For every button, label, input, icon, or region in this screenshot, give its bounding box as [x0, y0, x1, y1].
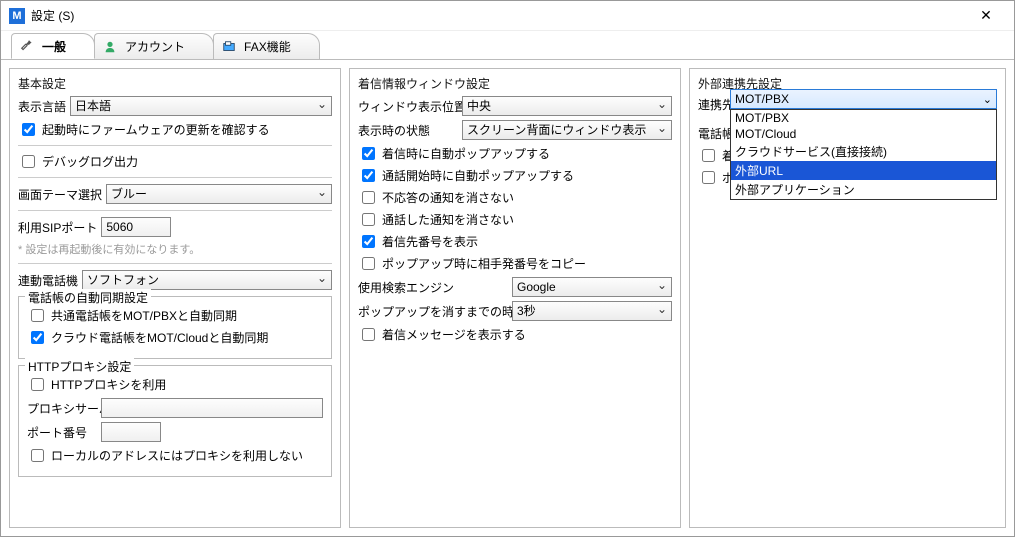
debug-log-check[interactable]: デバッグログ出力 — [18, 152, 332, 171]
display-state-label: 表示時の状態 — [358, 122, 458, 139]
link-target-label: 連携先 — [698, 96, 734, 113]
hidden-check-1[interactable] — [702, 149, 715, 162]
linked-phone-select[interactable]: ソフトフォン — [82, 270, 332, 290]
popup-on-call-start-checkbox[interactable] — [362, 169, 375, 182]
language-label: 表示言語 — [18, 98, 66, 115]
close-button[interactable]: ✕ — [966, 2, 1006, 30]
tab-fax-label: FAX機能 — [244, 38, 291, 55]
search-engine-select[interactable]: Google — [512, 277, 672, 297]
http-proxy-group: HTTPプロキシ設定 HTTPプロキシを利用 プロキシサーバ ポート番号 ローカ… — [18, 365, 332, 477]
link-option-external-url[interactable]: 外部URL — [731, 161, 996, 180]
show-dest-number-label: 着信先番号を表示 — [382, 233, 478, 250]
copy-caller-number-checkbox[interactable] — [362, 257, 375, 270]
display-state-select[interactable]: スクリーン背面にウィンドウ表示 — [462, 120, 672, 140]
show-incoming-message-label: 着信メッセージを表示する — [382, 326, 526, 343]
keep-noanswer-notice-checkbox[interactable] — [362, 191, 375, 204]
window-pos-label: ウィンドウ表示位置 — [358, 98, 458, 115]
http-proxy-title: HTTPプロキシ設定 — [25, 358, 134, 375]
popup-timeout-label: ポップアップを消すまでの時間 — [358, 303, 508, 320]
startup-firmware-checkbox[interactable] — [22, 123, 35, 136]
hidden-check-2[interactable] — [702, 171, 715, 184]
keep-call-notice-label: 通話した通知を消さない — [382, 211, 514, 228]
chevron-down-icon: ⌄ — [983, 93, 992, 106]
keep-noanswer-notice-check[interactable]: 不応答の通知を消さない — [358, 188, 672, 207]
sip-port-input[interactable] — [101, 217, 171, 237]
content-area: 基本設定 表示言語 日本語 起動時にファームウェアの更新を確認する デバッグログ… — [1, 59, 1014, 536]
proxy-server-label: プロキシサーバ — [27, 400, 97, 417]
use-proxy-label: HTTPプロキシを利用 — [51, 376, 166, 393]
debug-log-checkbox[interactable] — [22, 155, 35, 168]
popup-on-call-start-label: 通話開始時に自動ポップアップする — [382, 167, 574, 184]
proxy-port-label: ポート番号 — [27, 424, 97, 441]
link-option-motcloud[interactable]: MOT/Cloud — [731, 126, 996, 142]
tab-general-label: 一般 — [42, 38, 66, 55]
titlebar: M 設定 (S) ✕ — [1, 1, 1014, 31]
wrench-icon — [20, 39, 34, 53]
window-title: 設定 (S) — [31, 7, 966, 24]
sync-cloud-check[interactable]: クラウド電話帳をMOT/Cloudと自動同期 — [27, 328, 323, 347]
link-target-option-list: MOT/PBX MOT/Cloud クラウドサービス(直接接続) 外部URL 外… — [730, 109, 997, 200]
show-incoming-message-check[interactable]: 着信メッセージを表示する — [358, 325, 672, 344]
sync-pbx-checkbox[interactable] — [31, 309, 44, 322]
sync-cloud-label: クラウド電話帳をMOT/Cloudと自動同期 — [51, 329, 268, 346]
popup-on-incoming-check[interactable]: 着信時に自動ポップアップする — [358, 144, 672, 163]
sip-port-label: 利用SIPポート — [18, 219, 97, 236]
link-option-cloud-direct[interactable]: クラウドサービス(直接接続) — [731, 142, 996, 161]
show-incoming-message-checkbox[interactable] — [362, 328, 375, 341]
popup-timeout-select[interactable]: 3秒 — [512, 301, 672, 321]
keep-call-notice-checkbox[interactable] — [362, 213, 375, 226]
linked-phone-label: 連動電話機 — [18, 272, 78, 289]
theme-select[interactable]: ブルー — [106, 184, 332, 204]
startup-firmware-label: 起動時にファームウェアの更新を確認する — [42, 121, 270, 138]
tab-account[interactable]: アカウント — [94, 33, 214, 59]
tab-account-label: アカウント — [125, 38, 185, 55]
fax-icon — [222, 40, 236, 54]
tab-fax[interactable]: FAX機能 — [213, 33, 320, 59]
settings-window: M 設定 (S) ✕ 一般 アカウント FAX機能 基本設定 表示言語 日本語 … — [0, 0, 1015, 537]
proxy-server-input[interactable] — [101, 398, 323, 418]
proxy-local-check[interactable]: ローカルのアドレスにはプロキシを利用しない — [27, 446, 323, 465]
incoming-window-title: 着信情報ウィンドウ設定 — [358, 75, 672, 92]
copy-caller-number-label: ポップアップ時に相手発番号をコピー — [382, 255, 586, 272]
startup-firmware-check[interactable]: 起動時にファームウェアの更新を確認する — [18, 120, 332, 139]
sync-pbx-label: 共通電話帳をMOT/PBXと自動同期 — [51, 307, 237, 324]
proxy-local-label: ローカルのアドレスにはプロキシを利用しない — [51, 447, 303, 464]
link-option-external-app[interactable]: 外部アプリケーション — [731, 180, 996, 199]
tab-general[interactable]: 一般 — [11, 33, 95, 59]
show-dest-number-check[interactable]: 着信先番号を表示 — [358, 232, 672, 251]
phonebook-sync-group: 電話帳の自動同期設定 共通電話帳をMOT/PBXと自動同期 クラウド電話帳をMO… — [18, 296, 332, 359]
link-target-value: MOT/PBX — [735, 92, 789, 106]
sync-cloud-checkbox[interactable] — [31, 331, 44, 344]
popup-on-call-start-check[interactable]: 通話開始時に自動ポップアップする — [358, 166, 672, 185]
tab-bar: 一般 アカウント FAX機能 — [1, 31, 1014, 59]
external-link-panel: 外部連携先設定 連携先 電話帳 着 ポ MOT/PBX ⌄ — [689, 68, 1006, 528]
phonebook-label-cut: 電話帳 — [698, 125, 734, 142]
language-select[interactable]: 日本語 — [70, 96, 332, 116]
app-icon: M — [9, 8, 25, 24]
sip-hint: * 設定は再起動後に有効になります。 — [18, 241, 332, 257]
basic-settings-panel: 基本設定 表示言語 日本語 起動時にファームウェアの更新を確認する デバッグログ… — [9, 68, 341, 528]
proxy-port-input[interactable] — [101, 422, 161, 442]
keep-noanswer-notice-label: 不応答の通知を消さない — [382, 189, 514, 206]
window-pos-select[interactable]: 中央 — [462, 96, 672, 116]
user-icon — [103, 40, 117, 54]
show-dest-number-checkbox[interactable] — [362, 235, 375, 248]
link-target-dropdown[interactable]: MOT/PBX ⌄ MOT/PBX MOT/Cloud クラウドサービス(直接接… — [730, 89, 997, 200]
copy-caller-number-check[interactable]: ポップアップ時に相手発番号をコピー — [358, 254, 672, 273]
sync-pbx-check[interactable]: 共通電話帳をMOT/PBXと自動同期 — [27, 306, 323, 325]
proxy-local-checkbox[interactable] — [31, 449, 44, 462]
phonebook-sync-title: 電話帳の自動同期設定 — [25, 289, 151, 306]
keep-call-notice-check[interactable]: 通話した通知を消さない — [358, 210, 672, 229]
theme-label: 画面テーマ選択 — [18, 186, 102, 203]
incoming-window-panel: 着信情報ウィンドウ設定 ウィンドウ表示位置 中央 表示時の状態 スクリーン背面に… — [349, 68, 681, 528]
link-target-selected[interactable]: MOT/PBX ⌄ — [730, 89, 997, 109]
search-engine-label: 使用検索エンジン — [358, 279, 508, 296]
use-proxy-checkbox[interactable] — [31, 378, 44, 391]
basic-settings-title: 基本設定 — [18, 75, 332, 92]
popup-on-incoming-label: 着信時に自動ポップアップする — [382, 145, 550, 162]
debug-log-label: デバッグログ出力 — [42, 153, 138, 170]
use-proxy-check[interactable]: HTTPプロキシを利用 — [27, 375, 323, 394]
link-option-motpbx[interactable]: MOT/PBX — [731, 110, 996, 126]
popup-on-incoming-checkbox[interactable] — [362, 147, 375, 160]
